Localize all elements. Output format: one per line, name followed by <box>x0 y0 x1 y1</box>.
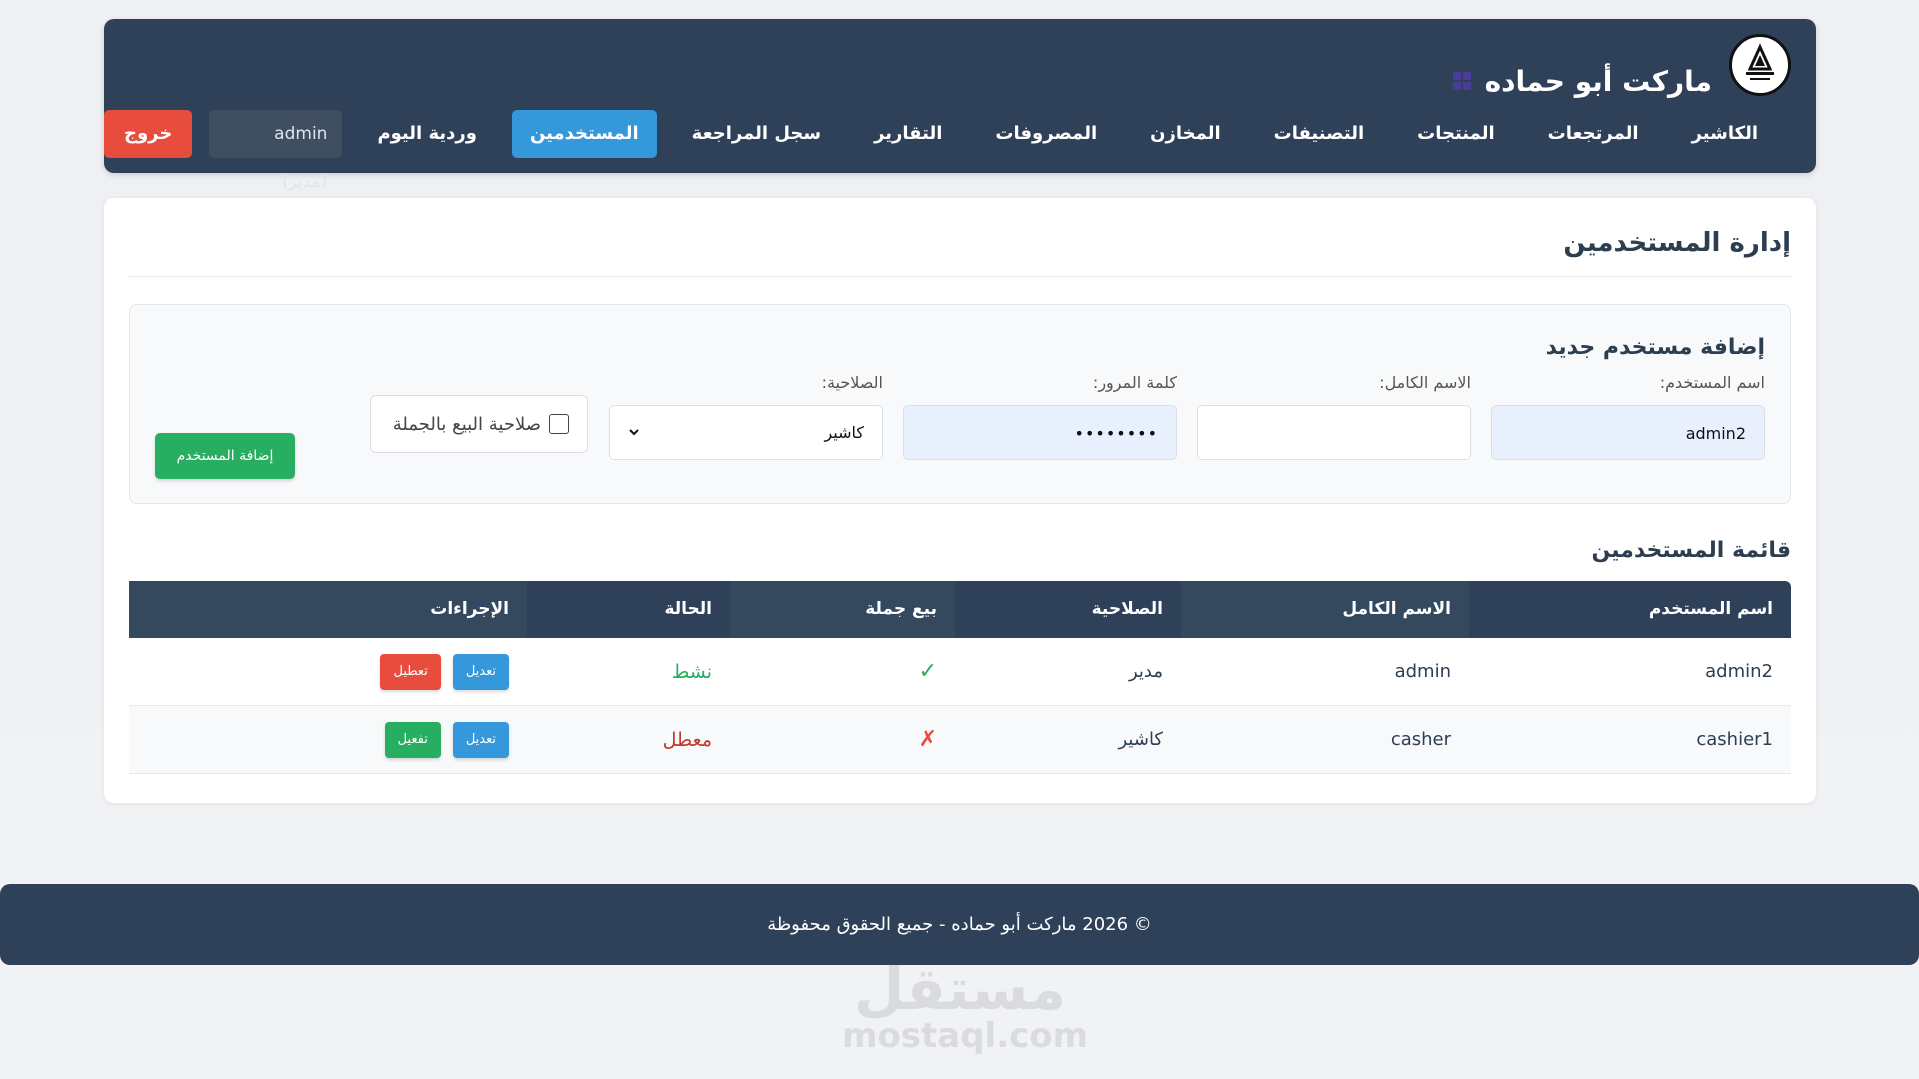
password-label: كلمة المرور: <box>1092 373 1177 392</box>
column-header-role: الصلاحية <box>1091 599 1163 619</box>
nav-item-warehouses[interactable]: المخازن <box>1132 110 1238 158</box>
add-user-button[interactable]: إضافة المستخدم <box>155 433 295 479</box>
cross-icon: ✗ <box>918 727 937 752</box>
nav-item-reports[interactable]: التقارير <box>856 110 960 158</box>
nav-item-products[interactable]: المنتجات <box>1399 110 1513 158</box>
wholesale-permission-toggle[interactable]: صلاحية البيع بالجملة <box>370 395 588 453</box>
table-row: admin2 admin مدير ✓ نشط تعديل تعطيل <box>129 638 1791 706</box>
title-divider <box>129 276 1791 277</box>
cell-fullname: admin <box>1394 661 1451 682</box>
fullname-label: الاسم الكامل: <box>1379 373 1471 392</box>
watermark: مستقل mostaql.com <box>842 955 1089 1060</box>
edit-user-button[interactable]: تعديل <box>452 653 509 690</box>
column-header-actions: الإجراءات <box>129 581 527 638</box>
column-header-status: الحالة <box>664 599 712 619</box>
footer-copyright: © 2026 ماركت أبو حماده - جميع الحقوق محف… <box>767 914 1152 935</box>
fullname-field[interactable] <box>1197 405 1471 460</box>
brand-title: ماركت أبو حماده <box>1449 63 1712 99</box>
edit-user-button[interactable]: تعديل <box>452 721 509 758</box>
cell-username: admin2 <box>1705 661 1773 682</box>
logo-emblem-icon <box>1734 39 1786 91</box>
watermark-latin: mostaql.com <box>842 1016 1089 1056</box>
column-header-wholesale: بيع جملة <box>730 581 955 638</box>
column-header-fullname: الاسم الكامل <box>1181 581 1469 638</box>
users-list-title: قائمة المستخدمين <box>1591 538 1791 563</box>
table-row: cashier1 casher كاشير ✗ معطل تعديل تفعيل <box>129 706 1791 774</box>
column-header-username: اسم المستخدم <box>1648 599 1773 619</box>
disable-user-button[interactable]: تعطيل <box>380 653 441 690</box>
page-footer: © 2026 ماركت أبو حماده - جميع الحقوق محف… <box>0 884 1919 965</box>
role-select[interactable]: كاشير <box>609 405 883 460</box>
username-field[interactable]: admin2 <box>1491 405 1765 460</box>
password-field[interactable]: •••••••• <box>903 405 1177 460</box>
current-user-badge: admin (مدير) <box>209 110 343 192</box>
nav-item-cashier[interactable]: الكاشير <box>1674 110 1776 158</box>
cell-username: cashier1 <box>1696 729 1773 750</box>
nav-item-returns[interactable]: المرتجعات <box>1530 110 1657 158</box>
cell-role: مدير <box>1128 661 1163 682</box>
nav-item-users[interactable]: المستخدمين <box>511 110 657 158</box>
nav-item-shift[interactable]: وردية اليوم <box>359 110 494 158</box>
status-badge: معطل <box>662 728 712 751</box>
brand-name: ماركت أبو حماده <box>1484 64 1712 98</box>
watermark-arabic: مستقل <box>853 955 1067 1023</box>
form-title: إضافة مستخدم جديد <box>1545 335 1765 360</box>
table-header: اسم المستخدم الاسم الكامل الصلاحية بيع ج… <box>129 581 1791 638</box>
check-icon: ✓ <box>918 659 937 684</box>
nav-item-audit-log[interactable]: سجل المراجعة <box>674 110 839 158</box>
wholesale-label: صلاحية البيع بالجملة <box>392 413 541 435</box>
cell-role: كاشير <box>1118 729 1164 750</box>
brand-logo[interactable] <box>1729 34 1791 96</box>
nav-item-categories[interactable]: التصنيفات <box>1256 110 1383 158</box>
grid-icon <box>1449 68 1475 94</box>
role-select-value: كاشير <box>824 423 864 442</box>
main-nav: الكاشير المرتجعات المنتجات التصنيفات الم… <box>104 109 1776 192</box>
enable-user-button[interactable]: تفعيل <box>384 721 441 758</box>
logout-button[interactable]: خروج <box>104 110 193 158</box>
cell-actions: تعديل تفعيل <box>129 721 527 758</box>
chevron-down-icon <box>628 405 640 460</box>
role-label: الصلاحية: <box>821 373 883 392</box>
username-label: اسم المستخدم: <box>1659 373 1765 392</box>
cell-actions: تعديل تعطيل <box>129 653 527 690</box>
wholesale-checkbox[interactable] <box>549 414 569 434</box>
users-table: اسم المستخدم الاسم الكامل الصلاحية بيع ج… <box>129 581 1791 774</box>
status-badge: نشط <box>671 660 712 683</box>
users-management-card: إدارة المستخدمين إضافة مستخدم جديد اسم ا… <box>104 198 1816 803</box>
page-title: إدارة المستخدمين <box>1563 228 1791 258</box>
top-navbar: ماركت أبو حماده الكاشير المرتجعات المنتج… <box>104 19 1816 192</box>
cell-fullname: casher <box>1390 729 1451 750</box>
nav-item-expenses[interactable]: المصروفات <box>977 110 1115 158</box>
add-user-form: إضافة مستخدم جديد اسم المستخدم: admin2 ا… <box>129 304 1791 504</box>
